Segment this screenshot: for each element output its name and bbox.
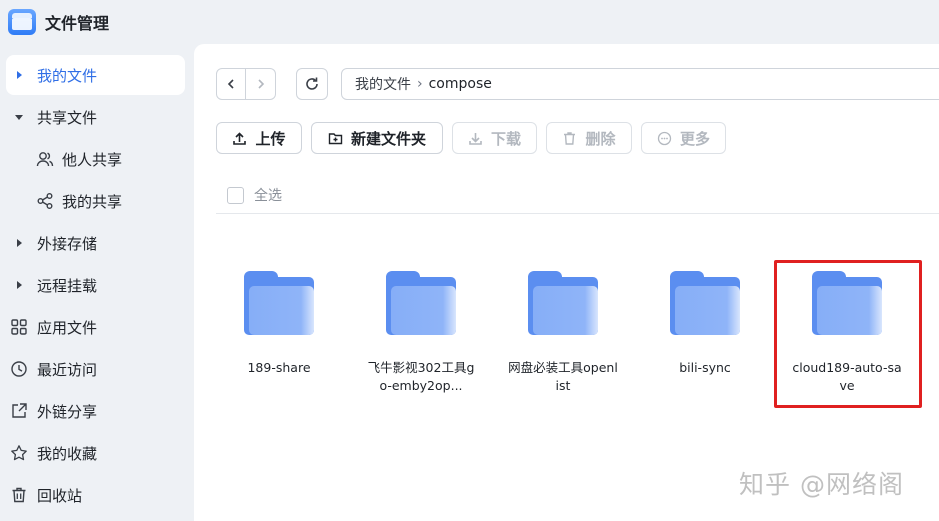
delete-label: 删除 xyxy=(585,129,616,148)
breadcrumb-current[interactable]: compose xyxy=(429,76,492,92)
star-icon xyxy=(10,444,28,462)
sidebar-item-my-shares[interactable]: 我的共享 xyxy=(6,181,185,221)
sidebar-item-label: 他人共享 xyxy=(62,150,123,169)
folder-item[interactable]: 189-share xyxy=(214,271,344,377)
sidebar-item-trash[interactable]: 回收站 xyxy=(6,475,185,515)
folder-name: 飞牛影视302工具go-emby2op... xyxy=(367,360,475,393)
breadcrumb-root[interactable]: 我的文件 xyxy=(355,74,411,94)
sidebar-item-external-links[interactable]: 外链分享 xyxy=(6,391,185,431)
select-all[interactable]: 全选 xyxy=(227,185,282,205)
new-folder-icon xyxy=(328,131,343,146)
sidebar-item-label: 我的收藏 xyxy=(37,444,98,463)
delete-button[interactable]: 删除 xyxy=(546,122,632,154)
share-icon xyxy=(36,192,54,210)
watermark: 知乎 @网络阁 xyxy=(739,470,904,499)
folder-item[interactable]: 网盘必装工具openlist xyxy=(498,271,628,395)
folder-icon xyxy=(386,271,456,335)
title-bar: 文件管理 xyxy=(0,0,939,44)
apps-grid-icon xyxy=(10,318,28,336)
download-label: 下载 xyxy=(490,129,521,148)
new-folder-button[interactable]: 新建文件夹 xyxy=(311,122,443,154)
sidebar-item-label: 我的共享 xyxy=(62,192,123,211)
more-label: 更多 xyxy=(679,129,710,148)
divider xyxy=(216,213,939,214)
sidebar-item-label: 应用文件 xyxy=(37,318,98,337)
folder-icon xyxy=(244,271,314,335)
sidebar-item-label: 外链分享 xyxy=(37,402,98,421)
folder-item[interactable]: bili-sync xyxy=(640,271,770,377)
refresh-icon xyxy=(306,77,318,90)
caret-down-icon xyxy=(10,108,28,126)
folder-icon xyxy=(528,271,598,335)
sidebar-item-label: 外接存储 xyxy=(37,234,98,253)
sidebar-item-my-files[interactable]: 我的文件 xyxy=(6,55,185,95)
people-icon xyxy=(36,150,54,168)
clock-icon xyxy=(10,360,28,378)
select-all-checkbox[interactable] xyxy=(227,186,244,204)
folder-name: 189-share xyxy=(247,360,311,375)
sidebar-item-recent[interactable]: 最近访问 xyxy=(6,349,185,389)
sidebar-item-label: 最近访问 xyxy=(37,360,98,379)
sidebar-item-app-files[interactable]: 应用文件 xyxy=(6,307,185,347)
download-icon xyxy=(468,131,483,146)
upload-icon xyxy=(232,131,247,146)
external-link-icon xyxy=(10,402,28,420)
upload-button[interactable]: 上传 xyxy=(216,122,302,154)
select-all-label: 全选 xyxy=(254,188,282,204)
file-manager-app-icon xyxy=(8,9,36,35)
sidebar-item-remote-mount[interactable]: 远程挂载 xyxy=(6,265,185,305)
sidebar-item-shared-files[interactable]: 共享文件 xyxy=(6,97,185,137)
sidebar-item-shared-with-me[interactable]: 他人共享 xyxy=(6,139,185,179)
chevron-left-icon xyxy=(227,79,234,89)
main-panel: 我的文件 › compose 上传 新建文件夹 下载 删除 更多 全选 189-… xyxy=(194,44,939,521)
caret-right-icon xyxy=(10,276,28,294)
forward-button[interactable] xyxy=(246,68,276,100)
trash-icon xyxy=(562,131,577,146)
breadcrumb[interactable]: 我的文件 › compose xyxy=(341,68,939,100)
chevron-right-icon xyxy=(257,79,264,89)
upload-label: 上传 xyxy=(255,129,286,148)
folder-icon xyxy=(670,271,740,335)
sidebar: 我的文件 共享文件 他人共享 我的共享 外接存储 远程挂载 应用文件 最近访问 xyxy=(0,52,193,521)
refresh-button[interactable] xyxy=(296,68,328,100)
app-title: 文件管理 xyxy=(45,14,110,33)
folder-name: 网盘必装工具openlist xyxy=(508,360,618,393)
new-folder-label: 新建文件夹 xyxy=(350,129,426,148)
caret-right-icon xyxy=(10,66,28,84)
breadcrumb-separator: › xyxy=(417,76,423,92)
download-button[interactable]: 下载 xyxy=(452,122,537,154)
caret-right-icon xyxy=(10,234,28,252)
sidebar-item-label: 远程挂载 xyxy=(37,276,98,295)
sidebar-item-label: 共享文件 xyxy=(37,108,98,127)
sidebar-item-label: 回收站 xyxy=(37,486,83,505)
trash-icon xyxy=(10,486,28,504)
folder-item[interactable]: 飞牛影视302工具go-emby2op... xyxy=(356,271,486,395)
sidebar-item-favorites[interactable]: 我的收藏 xyxy=(6,433,185,473)
back-button[interactable] xyxy=(216,68,246,100)
more-icon xyxy=(657,131,672,146)
folder-name: bili-sync xyxy=(679,360,731,375)
more-button[interactable]: 更多 xyxy=(641,122,726,154)
highlight-box xyxy=(774,260,922,408)
sidebar-item-external-storage[interactable]: 外接存储 xyxy=(6,223,185,263)
sidebar-item-label: 我的文件 xyxy=(37,66,98,85)
